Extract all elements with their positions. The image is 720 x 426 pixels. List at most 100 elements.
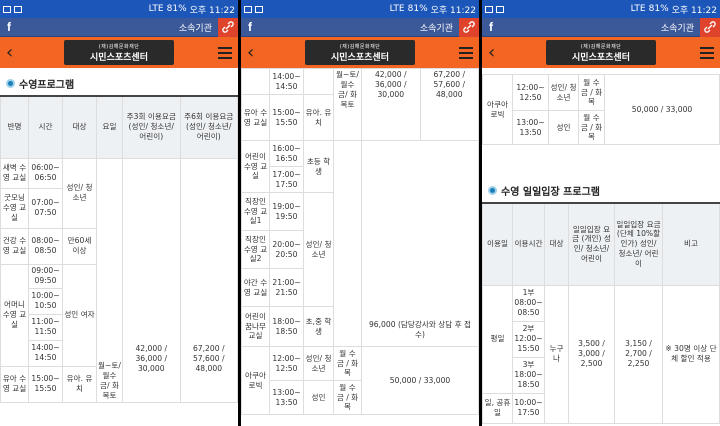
daily-entry-table: 이용일 이용시간 대상 일일입장 요금 (개인) 성인/ 청소년/ 어린이 일일… (482, 202, 720, 424)
site-logo[interactable]: (재)김해문화재단 시민스포츠센터 (305, 40, 415, 65)
table-cell: 어린이 수영 교실 (241, 140, 270, 193)
table-cell: 성인/ 청소년 (303, 346, 334, 381)
gallery-icon (244, 5, 252, 13)
table-cell: 초,중 학생 (303, 306, 334, 347)
table-cell: 07:00~ 07:50 (28, 187, 63, 229)
table-cell: 19:00~ 19:50 (269, 192, 304, 231)
facebook-icon[interactable]: f (241, 18, 259, 36)
notification-icon (496, 5, 504, 13)
section-title: 수영 일일입장 프로그램 (482, 145, 720, 202)
menu-icon[interactable] (218, 46, 232, 59)
col-header: 요일 (96, 95, 123, 159)
status-bar: LTE 81% 오후 11:22 (482, 0, 720, 18)
table-cell: 20:00~ 20:50 (269, 230, 304, 269)
col-header: 시간 (28, 95, 63, 159)
table-cell: 15:00~ 15:50 (28, 365, 63, 403)
table-cell: 유아 수영 교실 (0, 365, 29, 403)
table-cell: 아쿠아 로빅 (482, 74, 513, 145)
link-icon[interactable] (218, 17, 238, 37)
table-cell: 직장인 수영 교실1 (241, 192, 270, 231)
table-cell: 직장인 수영 교실2 (241, 230, 270, 269)
col-header: 대상 (544, 202, 569, 286)
col-header: 주6회 이용요금 (성인/ 청소년/ 어린이) (179, 95, 238, 159)
menu-icon[interactable] (459, 46, 473, 59)
table-cell: 12:00~ 12:50 (512, 74, 549, 111)
table-cell: 67,200 / 57,600 / 48,000 (419, 68, 479, 141)
table-cell: 3,500 / 3,000 / 2,500 (568, 284, 615, 424)
back-icon[interactable]: ‹ (247, 43, 254, 62)
battery-label: 81% (407, 4, 428, 14)
clock-label: 오후 11:22 (430, 5, 476, 16)
table-cell: 건강 수영 교실 (0, 227, 29, 265)
table-cell: 성인 여자 (62, 263, 97, 367)
org-label[interactable]: 소속기관 (18, 21, 218, 34)
notification-icon (255, 5, 263, 13)
col-header: 반명 (0, 95, 29, 159)
logo-subtitle: (재)김해문화재단 (98, 43, 140, 50)
table-cell: 15:00~ 15:50 (269, 94, 304, 141)
table-cell: 야간 수영 교실 (241, 268, 270, 307)
org-label[interactable]: 소속기관 (259, 21, 459, 34)
site-header: ‹ (재)김해문화재단 시민스포츠센터 (0, 37, 238, 68)
site-header: ‹ (재)김해문화재단 시민스포츠센터 (482, 37, 720, 68)
gallery-icon (485, 5, 493, 13)
table-cell: 일, 공휴일 (482, 392, 513, 424)
network-label: LTE (389, 4, 405, 14)
site-logo[interactable]: (재)김해문화재단 시민스포츠센터 (546, 40, 656, 65)
top-link-bar: f 소속기관 (241, 17, 479, 37)
facebook-icon[interactable]: f (0, 18, 18, 36)
col-header: 비고 (662, 202, 720, 286)
table-cell: 월 수 금 / 화 목 (333, 380, 362, 415)
menu-icon[interactable] (700, 46, 714, 59)
table-cell: 14:00~ 14:50 (28, 339, 63, 367)
table-cell: 성인/ 청소년 (548, 74, 579, 111)
link-icon[interactable] (700, 17, 720, 37)
table-cell: 누구 나 (544, 284, 569, 424)
status-bar: LTE 81% 오후 11:22 (0, 0, 238, 18)
table-cell: 10:00~ 17:50 (512, 392, 545, 424)
table-cell: 09:00~ 09:50 (28, 263, 63, 289)
network-label: LTE (148, 4, 164, 14)
facebook-icon[interactable]: f (482, 18, 500, 36)
site-header: ‹ (재)김해문화재단 시민스포츠센터 (241, 37, 479, 68)
page-content: 아쿠아 로빅 12:00~ 12:50 성인/ 청소년 월 수 금 / 화 목 … (482, 68, 720, 426)
col-header: 일일입장 요금 (단체 10%할인가) 성인/ 청소년/ 어린이 (614, 202, 663, 286)
col-header: 대상 (62, 95, 97, 159)
top-link-bar: f 소속기관 (482, 17, 720, 37)
table-cell: 13:00~ 13:50 (269, 380, 304, 415)
back-icon[interactable]: ‹ (488, 43, 495, 62)
table-cell: 18:00~ 18:50 (269, 306, 304, 347)
link-icon[interactable] (459, 17, 479, 37)
table-cell: 유아 수영 교실 (241, 94, 270, 141)
battery-label: 81% (648, 4, 669, 14)
table-cell: 월~토/ 월수 금/ 화목토 (333, 68, 362, 141)
table-cell: 21:00~ 21:50 (269, 268, 304, 307)
col-header: 이용시간 (512, 202, 545, 286)
notification-icon (14, 5, 22, 13)
back-icon[interactable]: ‹ (6, 43, 13, 62)
table-cell: 평일 (482, 284, 513, 394)
table-cell: 2부 12:00~ 15:50 (512, 320, 545, 358)
table-cell: 새벽 수영 교실 (0, 157, 29, 189)
section-title-text: 수영프로그램 (19, 80, 75, 91)
table-cell: 성인/ 청소년 (303, 192, 334, 307)
logo-subtitle: (재)김해문화재단 (580, 43, 622, 50)
table-cell: 3부 18:00~ 18:50 (512, 356, 545, 394)
site-logo[interactable]: (재)김해문화재단 시민스포츠센터 (64, 40, 174, 65)
bullet-icon (488, 186, 497, 195)
table-cell: 42,000 / 36,000 / 30,000 (122, 157, 181, 403)
org-label[interactable]: 소속기관 (500, 21, 700, 34)
aqua-table-tail: 아쿠아 로빅 12:00~ 12:50 성인/ 청소년 월 수 금 / 화 목 … (482, 74, 720, 145)
table-cell: 17:00~ 17:50 (269, 166, 304, 193)
section-title: 수영프로그램 (0, 68, 238, 95)
table-cell: 16:00~ 16:50 (269, 140, 304, 167)
clock-label: 오후 11:22 (671, 5, 717, 16)
status-bar: LTE 81% 오후 11:22 (241, 0, 479, 18)
logo-title: 시민스포츠센터 (90, 52, 148, 63)
swim-program-table: 반명 시간 대상 요일 주3회 이용요금 (성인/ 청소년/ 어린이) 주6회 … (0, 95, 238, 403)
table-cell: 성인 (548, 110, 579, 145)
bullet-icon (6, 79, 15, 88)
table-cell: ※ 30명 이상 단체 할인 적용 (662, 284, 720, 424)
dream-class-fee: 96,000 (담당강사와 상담 후 접수) (368, 320, 472, 339)
screen-3: LTE 81% 오후 11:22 f 소속기관 ‹ (재)김해문화재단 시민스포… (482, 0, 720, 426)
